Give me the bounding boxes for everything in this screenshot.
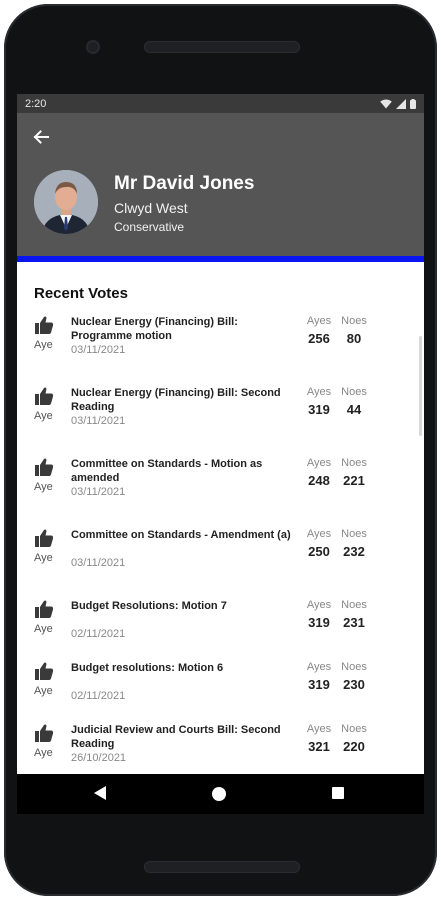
- ayes-label: Ayes: [306, 315, 332, 327]
- back-button[interactable]: [31, 127, 51, 147]
- nav-home-icon[interactable]: [212, 787, 226, 801]
- member-avatar: [34, 170, 98, 234]
- motion-title: Committee on Standards - Motion as amend…: [71, 458, 263, 484]
- ayes-count: 319: [308, 615, 330, 630]
- vote-row[interactable]: Aye Nuclear Energy (Financing) Bill: Prog…: [17, 309, 424, 380]
- ayes-label: Ayes: [306, 386, 332, 398]
- motion-date: 03/11/2021: [71, 344, 126, 356]
- status-icons: [380, 98, 416, 109]
- vote-cast: Aye: [34, 481, 53, 493]
- vote-row[interactable]: Aye Committee on Standards - Motion as am…: [17, 451, 424, 522]
- member-name: Mr David Jones: [114, 173, 255, 194]
- noes-count: 221: [343, 473, 365, 488]
- thumbs-up-icon: [34, 457, 54, 477]
- thumbs-up-icon: [34, 723, 54, 743]
- vote-row[interactable]: Aye Nuclear Energy (Financing) Bill: Seco…: [17, 380, 424, 451]
- motion-date: 26/10/2021: [71, 752, 127, 764]
- vote-cast: Aye: [34, 552, 53, 564]
- portrait-image: [34, 170, 98, 234]
- ayes-count: 256: [308, 331, 330, 346]
- noes-count: 80: [346, 331, 362, 346]
- thumbs-up-icon: [34, 315, 54, 335]
- ayes-label: Ayes: [306, 599, 332, 611]
- status-time: 2:20: [25, 97, 47, 110]
- motion-date: 03/11/2021: [71, 557, 126, 569]
- ayes-label: Ayes: [306, 723, 332, 735]
- vote-cast: Aye: [34, 410, 53, 422]
- nav-back-icon[interactable]: [94, 786, 106, 800]
- top-speaker: [144, 41, 300, 53]
- noes-label: Noes: [341, 661, 367, 673]
- motion-date: 03/11/2021: [71, 415, 126, 427]
- noes-count: 44: [346, 402, 362, 417]
- motion-title: Budget resolutions: Motion 6: [71, 662, 224, 674]
- ayes-label: Ayes: [306, 528, 332, 540]
- vote-cast: Aye: [34, 339, 53, 351]
- ayes-count: 319: [308, 677, 330, 692]
- nav-recents-icon[interactable]: [332, 787, 344, 799]
- android-nav-bar: [17, 774, 424, 814]
- thumbs-up-icon: [34, 661, 54, 681]
- ayes-count: 248: [308, 473, 330, 488]
- signal-icon: [396, 98, 406, 109]
- member-header: Mr David Jones Clwyd West Conservative: [17, 113, 424, 256]
- battery-icon: [410, 98, 416, 109]
- motion-date: 03/11/2021: [71, 486, 126, 498]
- vote-cast: Aye: [34, 623, 53, 635]
- motion-title: Committee on Standards - Amendment (a): [71, 529, 291, 541]
- noes-count: 232: [343, 544, 365, 559]
- motion-title: Judicial Review and Courts Bill: Second …: [71, 724, 281, 750]
- noes-label: Noes: [341, 599, 367, 611]
- ayes-label: Ayes: [306, 457, 332, 469]
- ayes-label: Ayes: [306, 661, 332, 673]
- thumbs-up-icon: [34, 386, 54, 406]
- noes-label: Noes: [341, 457, 367, 469]
- arrow-left-icon: [33, 130, 49, 144]
- thumbs-up-icon: [34, 528, 54, 548]
- wifi-icon: [380, 99, 392, 108]
- ayes-count: 319: [308, 402, 330, 417]
- vote-row[interactable]: Aye Budget Resolutions: Motion 7 02/11/202…: [17, 593, 424, 655]
- noes-label: Noes: [341, 386, 367, 398]
- noes-label: Noes: [341, 723, 367, 735]
- bottom-speaker: [144, 861, 300, 873]
- votes-list: Aye Nuclear Energy (Financing) Bill: Prog…: [17, 309, 424, 774]
- motion-date: 02/11/2021: [71, 628, 126, 640]
- motion-title: Budget Resolutions: Motion 7: [71, 600, 227, 612]
- noes-label: Noes: [341, 528, 367, 540]
- vote-cast: Aye: [34, 747, 53, 759]
- app-screen: 2:20 Mr David Jones Clwyd West Conservat…: [17, 94, 424, 814]
- noes-label: Noes: [341, 315, 367, 327]
- ayes-count: 321: [308, 739, 330, 754]
- noes-count: 230: [343, 677, 365, 692]
- member-constituency: Clwyd West: [114, 200, 188, 216]
- member-party: Conservative: [114, 220, 185, 234]
- motion-date: 02/11/2021: [71, 690, 126, 702]
- noes-count: 220: [343, 739, 365, 754]
- vote-cast: Aye: [34, 685, 53, 697]
- ayes-count: 250: [308, 544, 330, 559]
- thumbs-up-icon: [34, 599, 54, 619]
- vote-row[interactable]: Aye Committee on Standards - Amendment (a…: [17, 522, 424, 593]
- noes-count: 231: [343, 615, 365, 630]
- motion-title: Nuclear Energy (Financing) Bill: Program…: [71, 316, 238, 342]
- motion-title: Nuclear Energy (Financing) Bill: Second …: [71, 387, 281, 413]
- section-title: Recent Votes: [34, 285, 128, 302]
- vote-row[interactable]: Aye Judicial Review and Courts Bill: Seco…: [17, 717, 424, 774]
- status-bar: 2:20: [17, 94, 424, 113]
- votes-content[interactable]: Recent Votes Aye Nuclear Energy (Financin…: [17, 262, 424, 774]
- vote-row[interactable]: Aye Budget resolutions: Motion 6 02/11/202…: [17, 655, 424, 717]
- camera-lens: [86, 40, 100, 54]
